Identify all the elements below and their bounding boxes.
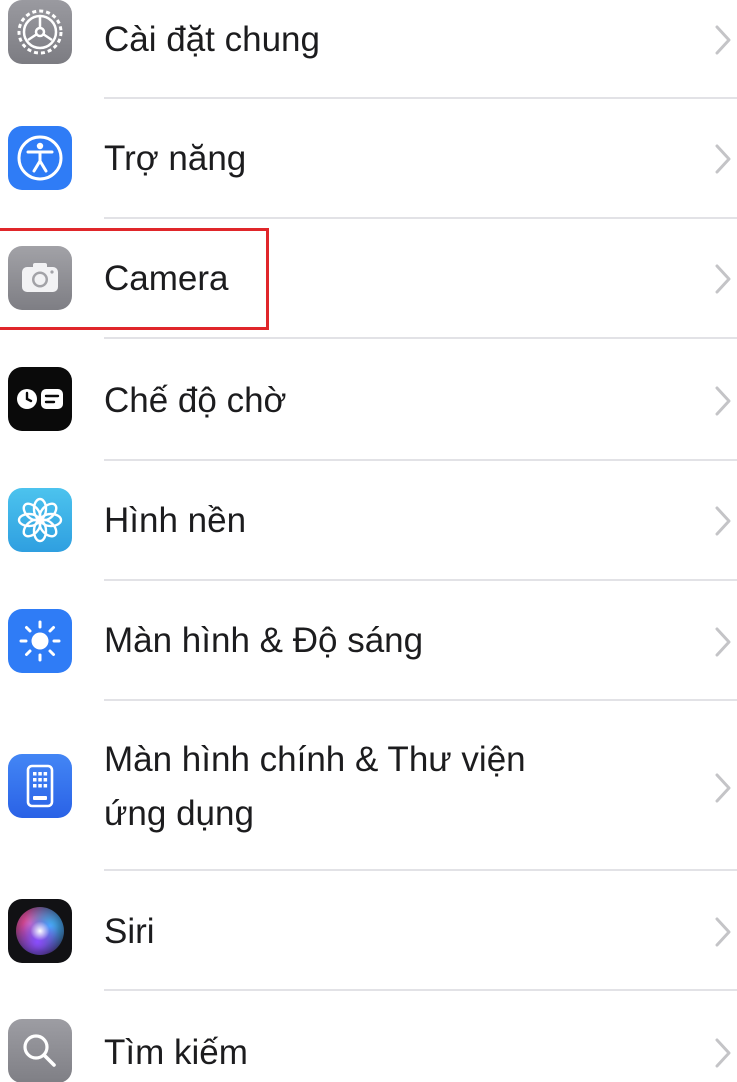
chevron-right-icon [715,386,731,416]
settings-row-label: Cài đặt chung [104,20,320,59]
wallpaper-flower-icon [8,488,72,552]
settings-row-home-screen[interactable]: Màn hình chính & Thư viện ứng dụng [0,701,737,869]
home-screen-icon [8,754,72,818]
settings-row-standby[interactable]: Chế độ chờ [0,339,737,459]
chevron-right-icon [715,917,731,947]
settings-row-label: Trợ năng [104,139,247,178]
settings-list: Cài đặt chung Trợ năng Camera Chế độ chờ… [0,0,737,1082]
settings-row-general[interactable]: Cài đặt chung [0,0,737,98]
chevron-right-icon [715,264,731,294]
settings-row-label-line1: Màn hình chính & Thư viện [104,740,526,779]
settings-row-label: Hình nền [104,501,247,540]
chevron-right-icon [715,773,731,803]
settings-row-label: Siri [104,912,155,951]
chevron-right-icon [715,144,731,174]
settings-row-display-brightness[interactable]: Màn hình & Độ sáng [0,581,737,699]
accessibility-icon [8,126,72,190]
chevron-right-icon [715,1038,731,1068]
brightness-sun-icon [8,609,72,673]
settings-row-label: Chế độ chờ [104,381,287,420]
siri-icon [8,899,72,963]
settings-row-search[interactable]: Tìm kiếm [0,991,737,1082]
search-icon [8,1019,72,1082]
chevron-right-icon [715,506,731,536]
standby-icon [8,367,72,431]
chevron-right-icon [715,627,731,657]
chevron-right-icon [715,25,731,55]
camera-highlight-box [0,228,269,330]
settings-row-label: Màn hình & Độ sáng [104,621,424,660]
settings-row-label-line2: ứng dụng [104,794,254,833]
settings-row-wallpaper[interactable]: Hình nền [0,461,737,579]
settings-row-siri[interactable]: Siri [0,871,737,989]
settings-row-label: Tìm kiếm [104,1033,248,1072]
gear-icon [8,0,72,64]
settings-row-accessibility[interactable]: Trợ năng [0,99,737,217]
